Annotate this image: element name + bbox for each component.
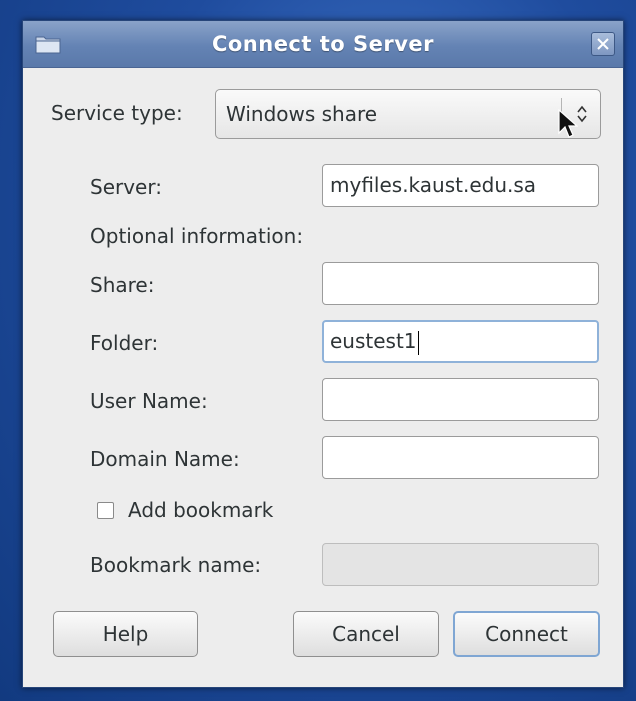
close-button[interactable] <box>591 32 615 56</box>
share-input[interactable] <box>322 262 599 305</box>
add-bookmark-label[interactable]: Add bookmark <box>128 498 273 522</box>
server-input[interactable]: myfiles.kaust.edu.sa <box>322 164 599 207</box>
folder-label: Folder: <box>90 331 159 355</box>
service-type-label: Service type: <box>51 101 183 125</box>
bookmark-name-label: Bookmark name: <box>90 553 262 577</box>
optional-information-heading: Optional information: <box>90 224 304 248</box>
add-bookmark-checkbox[interactable] <box>97 502 114 519</box>
user-name-label: User Name: <box>90 389 208 413</box>
user-name-input[interactable] <box>322 378 599 421</box>
window-title: Connect to Server <box>211 32 435 56</box>
folder-input-value: eustest1 <box>330 329 417 353</box>
connect-button[interactable]: Connect <box>453 611 600 657</box>
domain-name-label: Domain Name: <box>90 447 240 471</box>
server-label: Server: <box>90 175 162 199</box>
bookmark-name-input <box>322 543 599 586</box>
text-caret <box>417 330 419 355</box>
help-button[interactable]: Help <box>53 611 198 657</box>
close-icon <box>597 38 609 50</box>
mouse-pointer-icon <box>558 109 578 138</box>
title-bar[interactable]: Connect to Server <box>23 21 623 68</box>
folder-input[interactable]: eustest1 <box>322 320 599 363</box>
cancel-button[interactable]: Cancel <box>293 611 439 657</box>
domain-name-input[interactable] <box>322 436 599 479</box>
connect-to-server-dialog: Connect to Server Service type: Windows … <box>22 20 624 688</box>
share-label: Share: <box>90 273 155 297</box>
service-type-value: Windows share <box>226 102 378 126</box>
service-type-select[interactable]: Windows share <box>215 89 601 139</box>
